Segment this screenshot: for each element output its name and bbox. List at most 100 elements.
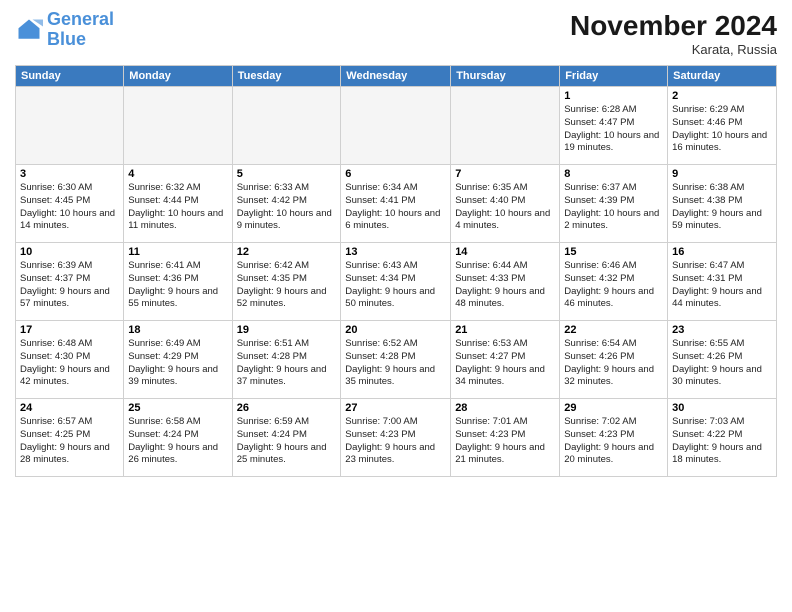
weekday-header: Saturday (668, 66, 777, 87)
day-info: Sunrise: 6:58 AM Sunset: 4:24 PM Dayligh… (128, 416, 227, 467)
calendar-cell: 15Sunrise: 6:46 AM Sunset: 4:32 PM Dayli… (560, 243, 668, 321)
day-number: 7 (455, 168, 555, 180)
calendar-cell: 18Sunrise: 6:49 AM Sunset: 4:29 PM Dayli… (124, 321, 232, 399)
day-number: 18 (128, 324, 227, 336)
day-number: 3 (20, 168, 119, 180)
day-number: 20 (345, 324, 446, 336)
weekday-header: Sunday (16, 66, 124, 87)
calendar-week-row: 24 Sunrise: 6:57 AM Sunset: 4:25 PM Dayli… (16, 399, 777, 477)
calendar-week-row: 1Sunrise: 6:28 AM Sunset: 4:47 PM Daylig… (16, 87, 777, 165)
day-number: 27 (345, 402, 446, 414)
day-number: 8 (564, 168, 663, 180)
day-number: 25 (128, 402, 227, 414)
day-number: 29 (564, 402, 663, 414)
day-info: Sunrise: 6:37 AM Sunset: 4:39 PM Dayligh… (564, 182, 663, 233)
day-info: Sunrise: 6:47 AM Sunset: 4:31 PM Dayligh… (672, 260, 772, 311)
calendar-cell: 17Sunrise: 6:48 AM Sunset: 4:30 PM Dayli… (16, 321, 124, 399)
calendar-cell: 21Sunrise: 6:53 AM Sunset: 4:27 PM Dayli… (451, 321, 560, 399)
day-number: 9 (672, 168, 772, 180)
calendar-cell: 6Sunrise: 6:34 AM Sunset: 4:41 PM Daylig… (341, 165, 451, 243)
day-info: Sunrise: 6:29 AM Sunset: 4:46 PM Dayligh… (672, 104, 772, 155)
calendar-cell: 19 Sunrise: 6:51 AM Sunset: 4:28 PM Dayli… (232, 321, 341, 399)
header: General Blue November 2024 Karata, Russi… (15, 10, 777, 57)
day-info: Sunrise: 7:02 AM Sunset: 4:23 PM Dayligh… (564, 416, 663, 467)
weekday-header: Friday (560, 66, 668, 87)
day-number: 11 (128, 246, 227, 258)
day-number: 21 (455, 324, 555, 336)
day-number: 26 (237, 402, 337, 414)
day-info: Sunrise: 6:38 AM Sunset: 4:38 PM Dayligh… (672, 182, 772, 233)
weekday-header: Monday (124, 66, 232, 87)
day-info: Sunrise: 6:57 AM Sunset: 4:25 PM Dayligh… (20, 416, 119, 467)
logo-icon (15, 16, 43, 44)
calendar-week-row: 17Sunrise: 6:48 AM Sunset: 4:30 PM Dayli… (16, 321, 777, 399)
day-info: Sunrise: 6:33 AM Sunset: 4:42 PM Dayligh… (237, 182, 337, 233)
day-number: 19 (237, 324, 337, 336)
weekday-header: Thursday (451, 66, 560, 87)
logo-text: General Blue (47, 10, 114, 50)
day-info: Sunrise: 6:32 AM Sunset: 4:44 PM Dayligh… (128, 182, 227, 233)
title-area: November 2024 Karata, Russia (570, 10, 777, 57)
calendar-week-row: 3 Sunrise: 6:30 AM Sunset: 4:45 PM Daylig… (16, 165, 777, 243)
calendar-cell: 29 Sunrise: 7:02 AM Sunset: 4:23 PM Dayli… (560, 399, 668, 477)
day-number: 14 (455, 246, 555, 258)
calendar: SundayMondayTuesdayWednesdayThursdayFrid… (15, 65, 777, 477)
day-info: Sunrise: 6:55 AM Sunset: 4:26 PM Dayligh… (672, 338, 772, 389)
calendar-cell: 30Sunrise: 7:03 AM Sunset: 4:22 PM Dayli… (668, 399, 777, 477)
calendar-cell: 16 Sunrise: 6:47 AM Sunset: 4:31 PM Dayli… (668, 243, 777, 321)
page: General Blue November 2024 Karata, Russi… (0, 0, 792, 612)
calendar-cell (16, 87, 124, 165)
day-number: 12 (237, 246, 337, 258)
logo: General Blue (15, 10, 114, 50)
calendar-cell: 9 Sunrise: 6:38 AM Sunset: 4:38 PM Daylig… (668, 165, 777, 243)
calendar-cell: 25 Sunrise: 6:58 AM Sunset: 4:24 PM Dayli… (124, 399, 232, 477)
calendar-cell: 20 Sunrise: 6:52 AM Sunset: 4:28 PM Dayli… (341, 321, 451, 399)
day-info: Sunrise: 6:39 AM Sunset: 4:37 PM Dayligh… (20, 260, 119, 311)
calendar-cell: 4 Sunrise: 6:32 AM Sunset: 4:44 PM Daylig… (124, 165, 232, 243)
day-info: Sunrise: 6:52 AM Sunset: 4:28 PM Dayligh… (345, 338, 446, 389)
calendar-cell: 28Sunrise: 7:01 AM Sunset: 4:23 PM Dayli… (451, 399, 560, 477)
calendar-cell: 24 Sunrise: 6:57 AM Sunset: 4:25 PM Dayli… (16, 399, 124, 477)
day-number: 15 (564, 246, 663, 258)
calendar-cell: 12 Sunrise: 6:42 AM Sunset: 4:35 PM Dayli… (232, 243, 341, 321)
calendar-cell: 11 Sunrise: 6:41 AM Sunset: 4:36 PM Dayli… (124, 243, 232, 321)
day-number: 5 (237, 168, 337, 180)
day-number: 10 (20, 246, 119, 258)
calendar-cell: 23 Sunrise: 6:55 AM Sunset: 4:26 PM Dayli… (668, 321, 777, 399)
day-info: Sunrise: 6:35 AM Sunset: 4:40 PM Dayligh… (455, 182, 555, 233)
day-info: Sunrise: 6:42 AM Sunset: 4:35 PM Dayligh… (237, 260, 337, 311)
calendar-cell (124, 87, 232, 165)
day-number: 17 (20, 324, 119, 336)
calendar-cell: 27 Sunrise: 7:00 AM Sunset: 4:23 PM Dayli… (341, 399, 451, 477)
day-info: Sunrise: 6:44 AM Sunset: 4:33 PM Dayligh… (455, 260, 555, 311)
day-info: Sunrise: 6:41 AM Sunset: 4:36 PM Dayligh… (128, 260, 227, 311)
day-number: 16 (672, 246, 772, 258)
weekday-header: Wednesday (341, 66, 451, 87)
calendar-cell: 3 Sunrise: 6:30 AM Sunset: 4:45 PM Daylig… (16, 165, 124, 243)
weekday-header-row: SundayMondayTuesdayWednesdayThursdayFrid… (16, 66, 777, 87)
calendar-cell: 13Sunrise: 6:43 AM Sunset: 4:34 PM Dayli… (341, 243, 451, 321)
calendar-cell: 22Sunrise: 6:54 AM Sunset: 4:26 PM Dayli… (560, 321, 668, 399)
calendar-cell: 14 Sunrise: 6:44 AM Sunset: 4:33 PM Dayli… (451, 243, 560, 321)
day-info: Sunrise: 6:59 AM Sunset: 4:24 PM Dayligh… (237, 416, 337, 467)
month-title: November 2024 (570, 10, 777, 42)
day-number: 6 (345, 168, 446, 180)
logo-blue: Blue (47, 29, 86, 49)
calendar-cell: 8 Sunrise: 6:37 AM Sunset: 4:39 PM Daylig… (560, 165, 668, 243)
calendar-cell: 10 Sunrise: 6:39 AM Sunset: 4:37 PM Dayli… (16, 243, 124, 321)
day-number: 13 (345, 246, 446, 258)
calendar-cell: 5 Sunrise: 6:33 AM Sunset: 4:42 PM Daylig… (232, 165, 341, 243)
day-info: Sunrise: 6:30 AM Sunset: 4:45 PM Dayligh… (20, 182, 119, 233)
calendar-cell: 1Sunrise: 6:28 AM Sunset: 4:47 PM Daylig… (560, 87, 668, 165)
location: Karata, Russia (570, 42, 777, 57)
logo-general: General (47, 9, 114, 29)
day-info: Sunrise: 6:51 AM Sunset: 4:28 PM Dayligh… (237, 338, 337, 389)
calendar-cell: 2Sunrise: 6:29 AM Sunset: 4:46 PM Daylig… (668, 87, 777, 165)
day-number: 23 (672, 324, 772, 336)
day-info: Sunrise: 7:00 AM Sunset: 4:23 PM Dayligh… (345, 416, 446, 467)
calendar-cell (341, 87, 451, 165)
day-number: 22 (564, 324, 663, 336)
day-number: 30 (672, 402, 772, 414)
day-number: 24 (20, 402, 119, 414)
day-number: 4 (128, 168, 227, 180)
